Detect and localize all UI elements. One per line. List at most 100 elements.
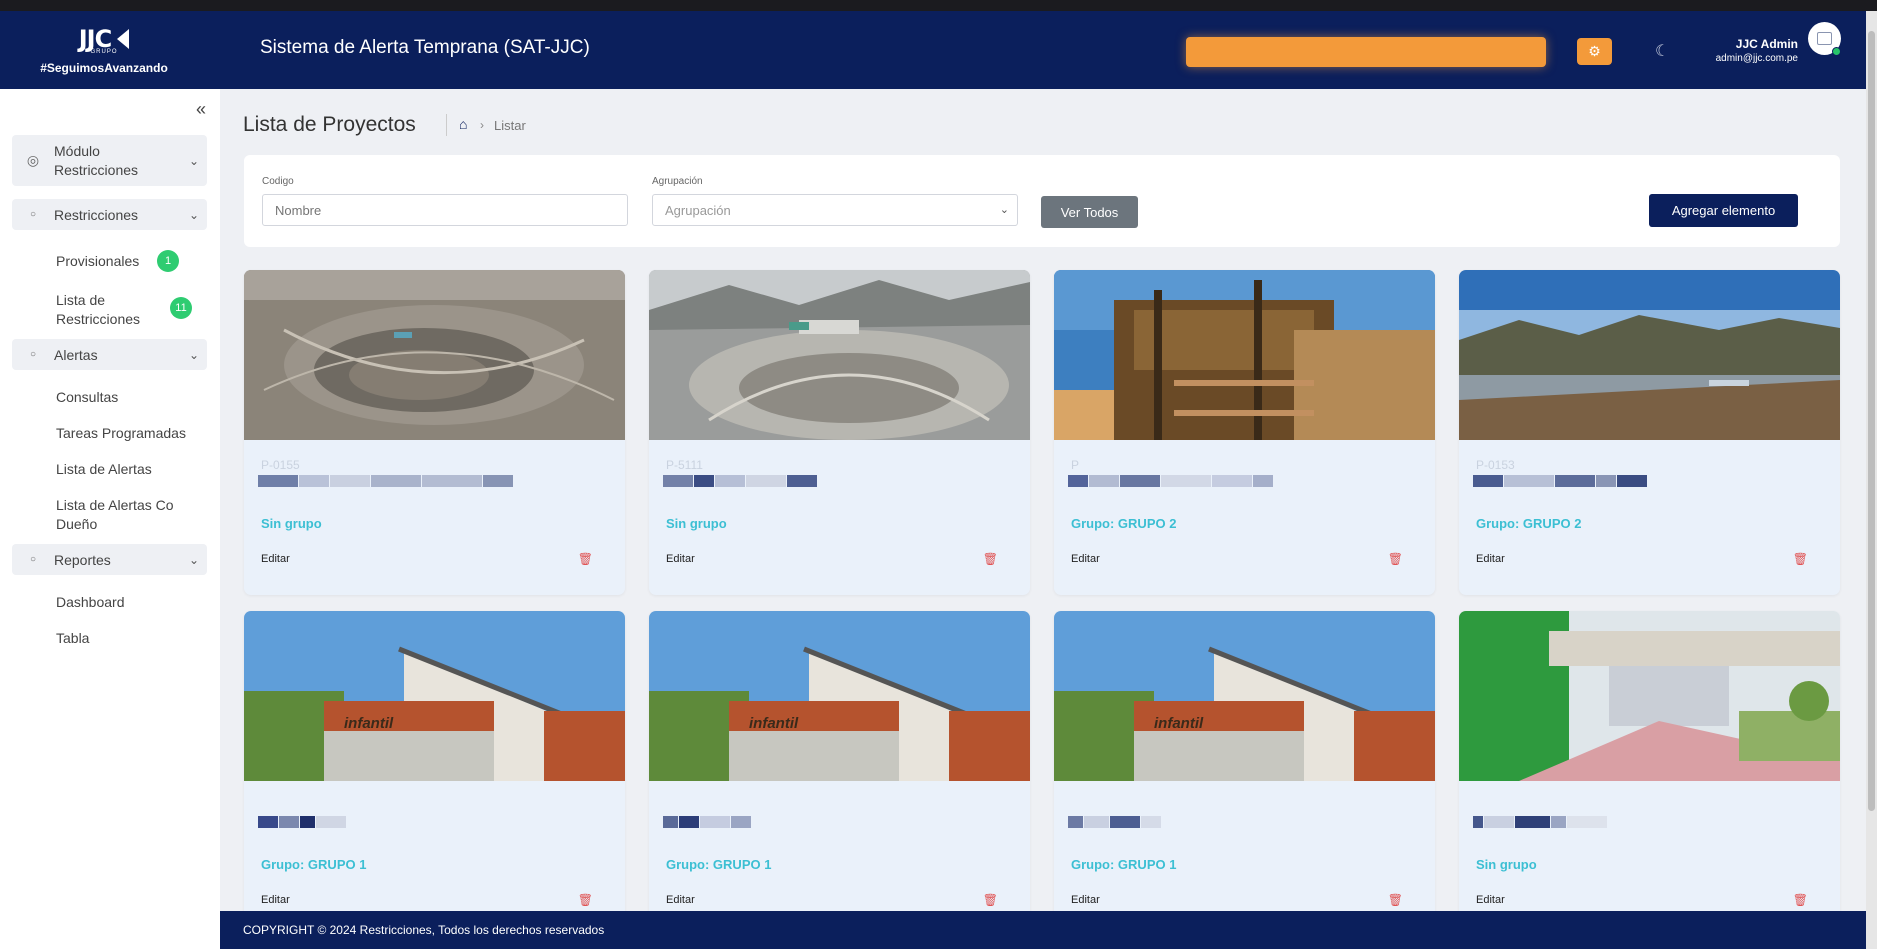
project-code: P-0153 xyxy=(1476,458,1515,472)
scroll-thumb[interactable] xyxy=(1868,31,1875,811)
edit-link[interactable]: Editar xyxy=(261,553,290,565)
project-name-redacted xyxy=(1473,815,1773,829)
copyright-text: COPYRIGHT © 2024 Restricciones, Todos lo… xyxy=(243,923,605,937)
footer: COPYRIGHT © 2024 Restricciones, Todos lo… xyxy=(220,911,1866,949)
breadcrumb-divider xyxy=(446,114,447,136)
project-name-redacted xyxy=(663,815,963,829)
company-logo[interactable]: JJC GRUPO #SeguimosAvanzando xyxy=(24,25,184,85)
avatar-image-icon xyxy=(1817,32,1832,45)
project-name-redacted xyxy=(258,474,558,488)
project-group: Sin grupo xyxy=(1476,857,1537,872)
trash-icon[interactable]: 🗑 xyxy=(1388,552,1403,566)
project-image: infantil xyxy=(1054,611,1435,781)
project-name-redacted xyxy=(663,474,963,488)
circle-icon: ○ xyxy=(29,554,37,565)
sidebar-item-lista-restricciones[interactable]: Lista de Restricciones xyxy=(56,291,156,329)
sidebar-item-tabla[interactable]: Tabla xyxy=(56,629,89,648)
trash-icon[interactable]: 🗑 xyxy=(1793,552,1808,566)
sidebar-section-reportes[interactable]: ○ Reportes ⌄ xyxy=(12,544,207,575)
project-card[interactable]: infantil Grupo: GRUPO 1 Editar 🗑 xyxy=(1054,611,1435,936)
project-card[interactable]: P Grupo: GRUPO 2 Editar 🗑 xyxy=(1054,270,1435,595)
agrupacion-select[interactable]: Agrupación ⌄ xyxy=(652,194,1018,226)
project-card[interactable]: P-5111 Sin grupo Editar 🗑 xyxy=(649,270,1030,595)
trash-icon[interactable]: 🗑 xyxy=(983,552,998,566)
project-group: Sin grupo xyxy=(666,516,727,531)
edit-link[interactable]: Editar xyxy=(1071,553,1100,565)
sidebar-item-consultas[interactable]: Consultas xyxy=(56,388,118,407)
breadcrumb-current: Listar xyxy=(494,118,526,133)
dark-mode-toggle-icon[interactable]: ☾ xyxy=(1655,41,1673,60)
collapse-sidebar-icon[interactable]: « xyxy=(196,99,206,120)
sidebar-item-dashboard[interactable]: Dashboard xyxy=(56,593,125,612)
logo-sub: GRUPO xyxy=(90,49,118,55)
trash-icon[interactable]: 🗑 xyxy=(1388,893,1403,907)
sidebar-section-label: Restricciones xyxy=(54,206,139,223)
project-card[interactable]: P-0155 Sin grupo Editar 🗑 xyxy=(244,270,625,595)
sidebar-item-lista-alertas-co-dueno[interactable]: Lista de Alertas Co Dueño xyxy=(56,496,196,534)
sidebar-item-label: Provisionales xyxy=(56,253,140,269)
svg-text:infantil: infantil xyxy=(749,715,799,732)
sidebar-item-label: Lista de Alertas Co Dueño xyxy=(56,497,174,532)
agrupacion-label: Agrupación xyxy=(652,176,703,187)
filter-panel: Codigo Agrupación Agrupación ⌄ Ver Todos… xyxy=(244,155,1840,247)
project-code: P xyxy=(1071,458,1080,472)
online-status-dot xyxy=(1832,47,1841,56)
app-title: Sistema de Alerta Temprana (SAT-JJC) xyxy=(260,37,590,58)
settings-button[interactable]: ⚙ xyxy=(1577,38,1612,65)
home-icon[interactable]: ⌂ xyxy=(459,116,467,132)
sidebar-item-label: Tareas Programadas xyxy=(56,425,186,441)
trash-icon[interactable]: 🗑 xyxy=(1793,893,1808,907)
project-card[interactable]: Sin grupo Editar 🗑 xyxy=(1459,611,1840,936)
page-title: Lista de Proyectos xyxy=(243,113,416,136)
count-badge: 11 xyxy=(170,297,192,319)
module-icon: ◎ xyxy=(26,152,40,168)
project-group: Grupo: GRUPO 1 xyxy=(666,857,772,872)
sidebar-item-label: Consultas xyxy=(56,389,119,405)
project-card[interactable]: P-0153 Grupo: GRUPO 2 Editar 🗑 xyxy=(1459,270,1840,595)
project-image: infantil xyxy=(244,611,625,781)
project-card[interactable]: infantil Grupo: GRUPO 1 Editar 🗑 xyxy=(649,611,1030,936)
edit-link[interactable]: Editar xyxy=(1071,894,1100,906)
svg-text:infantil: infantil xyxy=(1154,715,1204,732)
project-group: Grupo: GRUPO 2 xyxy=(1476,516,1582,531)
sidebar-section-restricciones[interactable]: ○ Restricciones ⌄ xyxy=(12,199,207,230)
edit-link[interactable]: Editar xyxy=(1476,894,1505,906)
breadcrumb-chevron-icon: › xyxy=(480,118,484,132)
trash-icon[interactable]: 🗑 xyxy=(578,893,593,907)
codigo-search-input[interactable] xyxy=(262,194,628,226)
project-selector[interactable] xyxy=(1186,37,1546,67)
chevron-down-icon: ⌄ xyxy=(188,552,199,567)
circle-icon: ○ xyxy=(29,209,37,220)
project-code: P-0155 xyxy=(261,458,300,472)
edit-link[interactable]: Editar xyxy=(666,553,695,565)
edit-link[interactable]: Editar xyxy=(666,894,695,906)
project-image xyxy=(1054,270,1435,440)
project-name-redacted xyxy=(1068,474,1368,488)
trash-icon[interactable]: 🗑 xyxy=(983,893,998,907)
user-email: admin@jjc.com.pe xyxy=(1715,53,1798,64)
sidebar-section-label: Alertas xyxy=(54,346,98,363)
sidebar-section-label: Módulo Restricciones xyxy=(54,142,139,178)
edit-link[interactable]: Editar xyxy=(261,894,290,906)
page-scrollbar[interactable] xyxy=(1866,11,1877,949)
logo-arrow-icon xyxy=(117,29,130,49)
project-image xyxy=(1459,611,1840,781)
sidebar-item-tareas-programadas[interactable]: Tareas Programadas xyxy=(56,424,186,443)
project-group: Grupo: GRUPO 2 xyxy=(1071,516,1177,531)
ver-todos-button[interactable]: Ver Todos xyxy=(1041,196,1138,228)
sidebar-item-label: Lista de Alertas xyxy=(56,461,152,477)
chevron-down-icon: ⌄ xyxy=(999,204,1009,216)
edit-link[interactable]: Editar xyxy=(1476,553,1505,565)
sidebar-section-alertas[interactable]: ○ Alertas ⌄ xyxy=(12,339,207,370)
count-badge: 1 xyxy=(157,250,179,272)
project-card[interactable]: infantil Grupo: GRUPO 1 Editar 🗑 xyxy=(244,611,625,936)
add-element-button[interactable]: Agregar elemento xyxy=(1649,194,1798,227)
sidebar-item-lista-alertas[interactable]: Lista de Alertas xyxy=(56,460,152,479)
project-name-redacted xyxy=(1473,474,1773,488)
trash-icon[interactable]: 🗑 xyxy=(578,552,593,566)
sidebar-section-modulo[interactable]: ◎ Módulo Restricciones ⌄ xyxy=(12,135,207,186)
project-name-redacted xyxy=(258,815,558,829)
project-image: infantil xyxy=(649,611,1030,781)
sidebar-item-provisionales[interactable]: Provisionales xyxy=(56,252,139,271)
sidebar-section-label: Reportes xyxy=(54,551,111,568)
